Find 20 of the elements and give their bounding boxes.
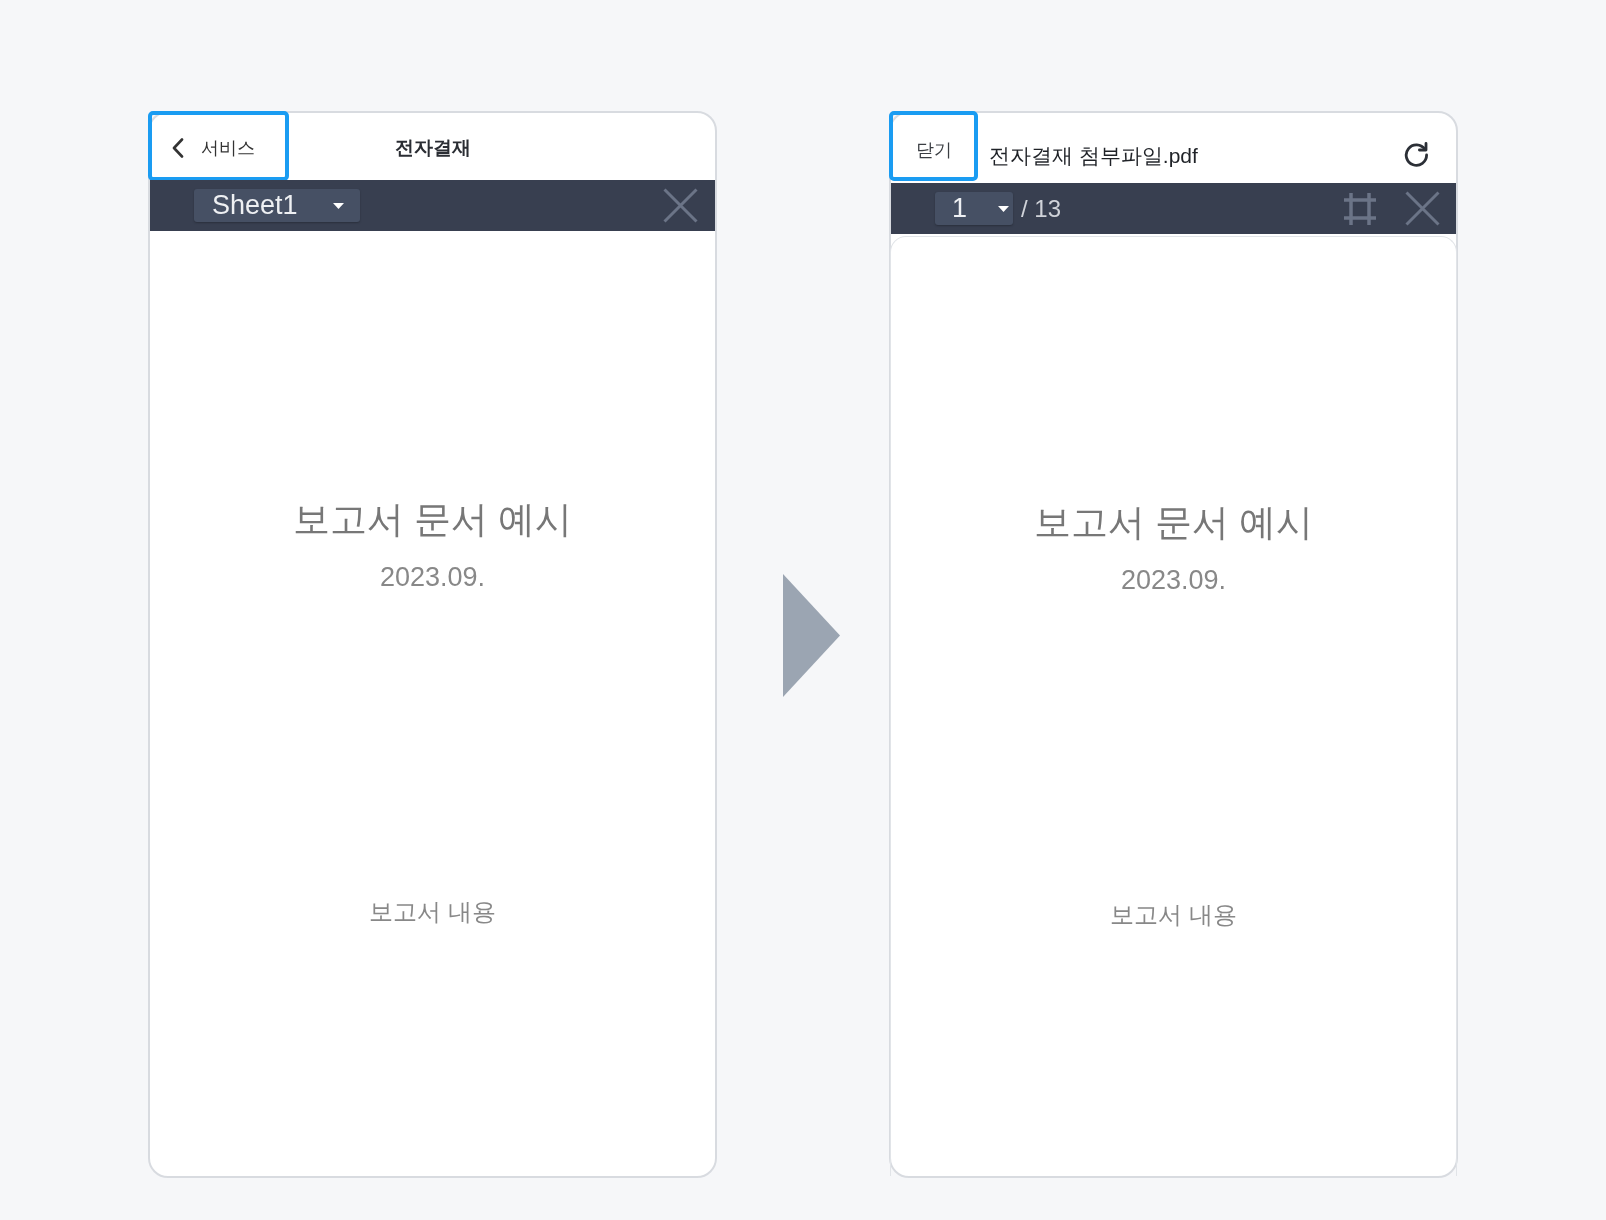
caret-icon xyxy=(333,202,344,209)
sheet-dropdown[interactable]: Sheet1 xyxy=(194,189,360,222)
document-body: 보고서 내용 xyxy=(1110,900,1237,930)
close-icon[interactable] xyxy=(1405,191,1440,226)
page-count: / 13 xyxy=(1021,194,1062,223)
crop-icon[interactable] xyxy=(1342,190,1378,227)
chevron-icon xyxy=(172,138,184,158)
caret-icon xyxy=(998,205,1009,212)
close-icon[interactable] xyxy=(663,188,698,223)
header-title: 전자결재 xyxy=(394,136,471,160)
document-body: 보고서 내용 xyxy=(369,897,496,927)
close-button[interactable]: 닫기 xyxy=(889,111,978,181)
document-date: 2023.09. xyxy=(379,561,486,594)
page-dropdown[interactable]: 1 xyxy=(935,192,1013,225)
document-title: 보고서 문서 예시 xyxy=(292,498,573,542)
document-date: 2023.09. xyxy=(1120,564,1227,597)
document-title: 보고서 문서 예시 xyxy=(1033,501,1314,545)
triangle-arrow-icon xyxy=(783,574,840,697)
refresh-icon[interactable] xyxy=(1403,141,1429,167)
file-title: 전자결재 첨부파일.pdf xyxy=(989,143,1199,169)
